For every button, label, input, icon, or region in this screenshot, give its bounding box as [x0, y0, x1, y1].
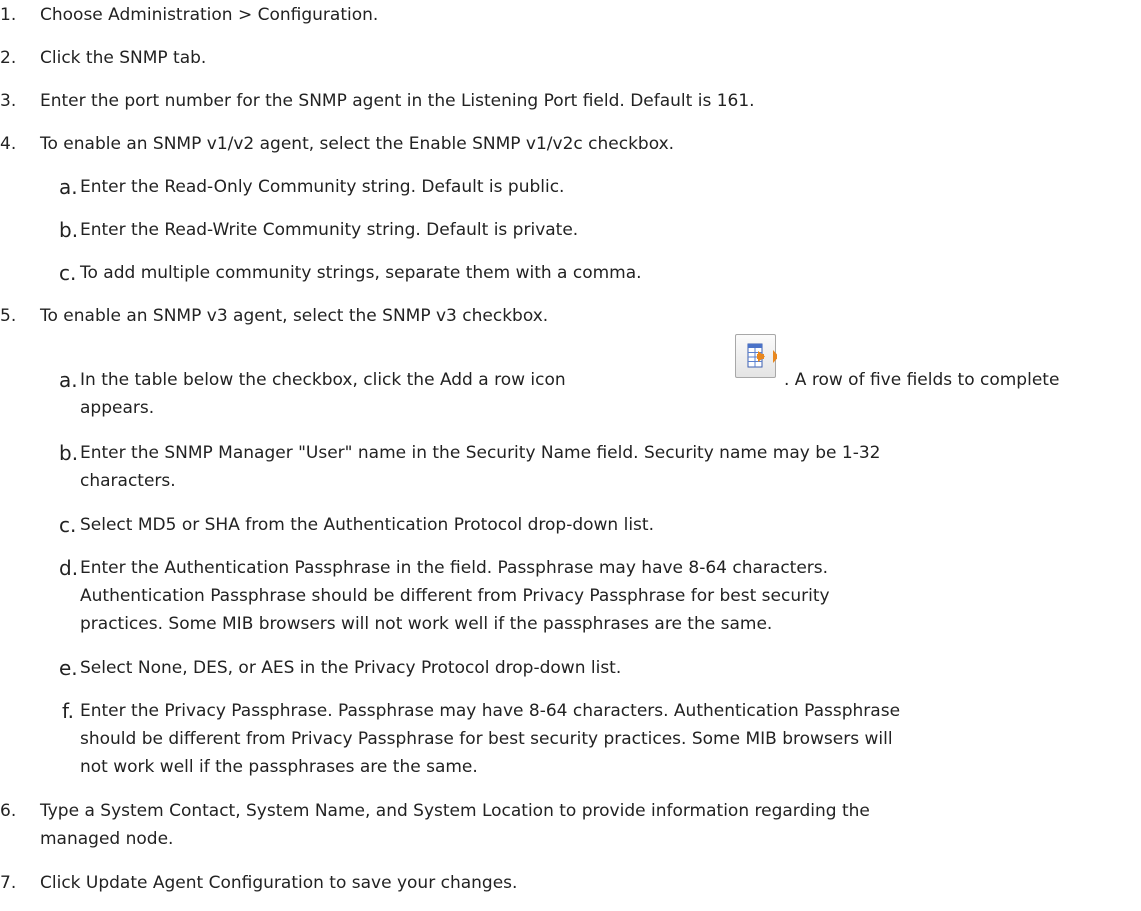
substep-text-after-icon: . A row of five fields to complete — [784, 370, 1060, 390]
substep-letter: c. — [59, 261, 77, 285]
step-number: 2. — [0, 48, 17, 68]
add-row-icon — [735, 334, 779, 378]
step-text: Click the SNMP tab. — [40, 48, 207, 68]
substep-text: Enter the SNMP Manager "User" name in th… — [80, 443, 881, 463]
substep-text: practices. Some MIB browsers will not wo… — [80, 614, 773, 634]
substep-text: should be different from Privacy Passphr… — [80, 729, 893, 749]
substep-text: Enter the Authentication Passphrase in t… — [80, 558, 829, 578]
substep-letter: b. — [59, 441, 79, 465]
substep-letter: a. — [59, 175, 78, 199]
step-number: 5. — [0, 306, 17, 326]
instruction-document: 1. Choose Administration > Configuration… — [0, 0, 1141, 911]
step-text: managed node. — [40, 829, 174, 849]
substep-text-before-icon: In the table below the checkbox, click t… — [80, 370, 566, 390]
substep-letter: c. — [59, 513, 77, 537]
substep-text: To add multiple community strings, separ… — [80, 263, 642, 283]
substep-text: not work well if the passphrases are the… — [80, 757, 478, 777]
step-number: 1. — [0, 5, 17, 25]
step-text: To enable an SNMP v3 agent, select the S… — [40, 306, 549, 326]
step-text: Type a System Contact, System Name, and … — [40, 801, 870, 821]
substep-letter: f. — [62, 699, 74, 723]
substep-text: Select None, DES, or AES in the Privacy … — [80, 658, 622, 678]
step-text: Click Update Agent Configuration to save… — [40, 873, 518, 893]
substep-text: characters. — [80, 471, 176, 491]
substep-text: Select MD5 or SHA from the Authenticatio… — [80, 515, 654, 535]
substep-letter: b. — [59, 218, 79, 242]
step-text: Choose Administration > Configuration. — [40, 5, 379, 25]
substep-text: Enter the Read-Only Community string. De… — [80, 177, 565, 197]
substep-letter: a. — [59, 368, 78, 392]
step-text: Enter the port number for the SNMP agent… — [40, 91, 755, 111]
step-number: 4. — [0, 134, 17, 154]
substep-text: Enter the Privacy Passphrase. Passphrase… — [80, 701, 901, 721]
substep-letter: d. — [59, 556, 79, 580]
add-row-table-icon — [747, 343, 779, 368]
substep-text: Authentication Passphrase should be diff… — [80, 586, 830, 606]
step-text: To enable an SNMP v1/v2 agent, select th… — [40, 134, 675, 154]
substep-text: Enter the Read-Write Community string. D… — [80, 220, 579, 240]
substep-text-continuation: appears. — [80, 398, 155, 418]
step-number: 6. — [0, 801, 17, 821]
substep-letter: e. — [59, 656, 78, 680]
step-number: 3. — [0, 91, 17, 111]
step-number: 7. — [0, 873, 17, 893]
